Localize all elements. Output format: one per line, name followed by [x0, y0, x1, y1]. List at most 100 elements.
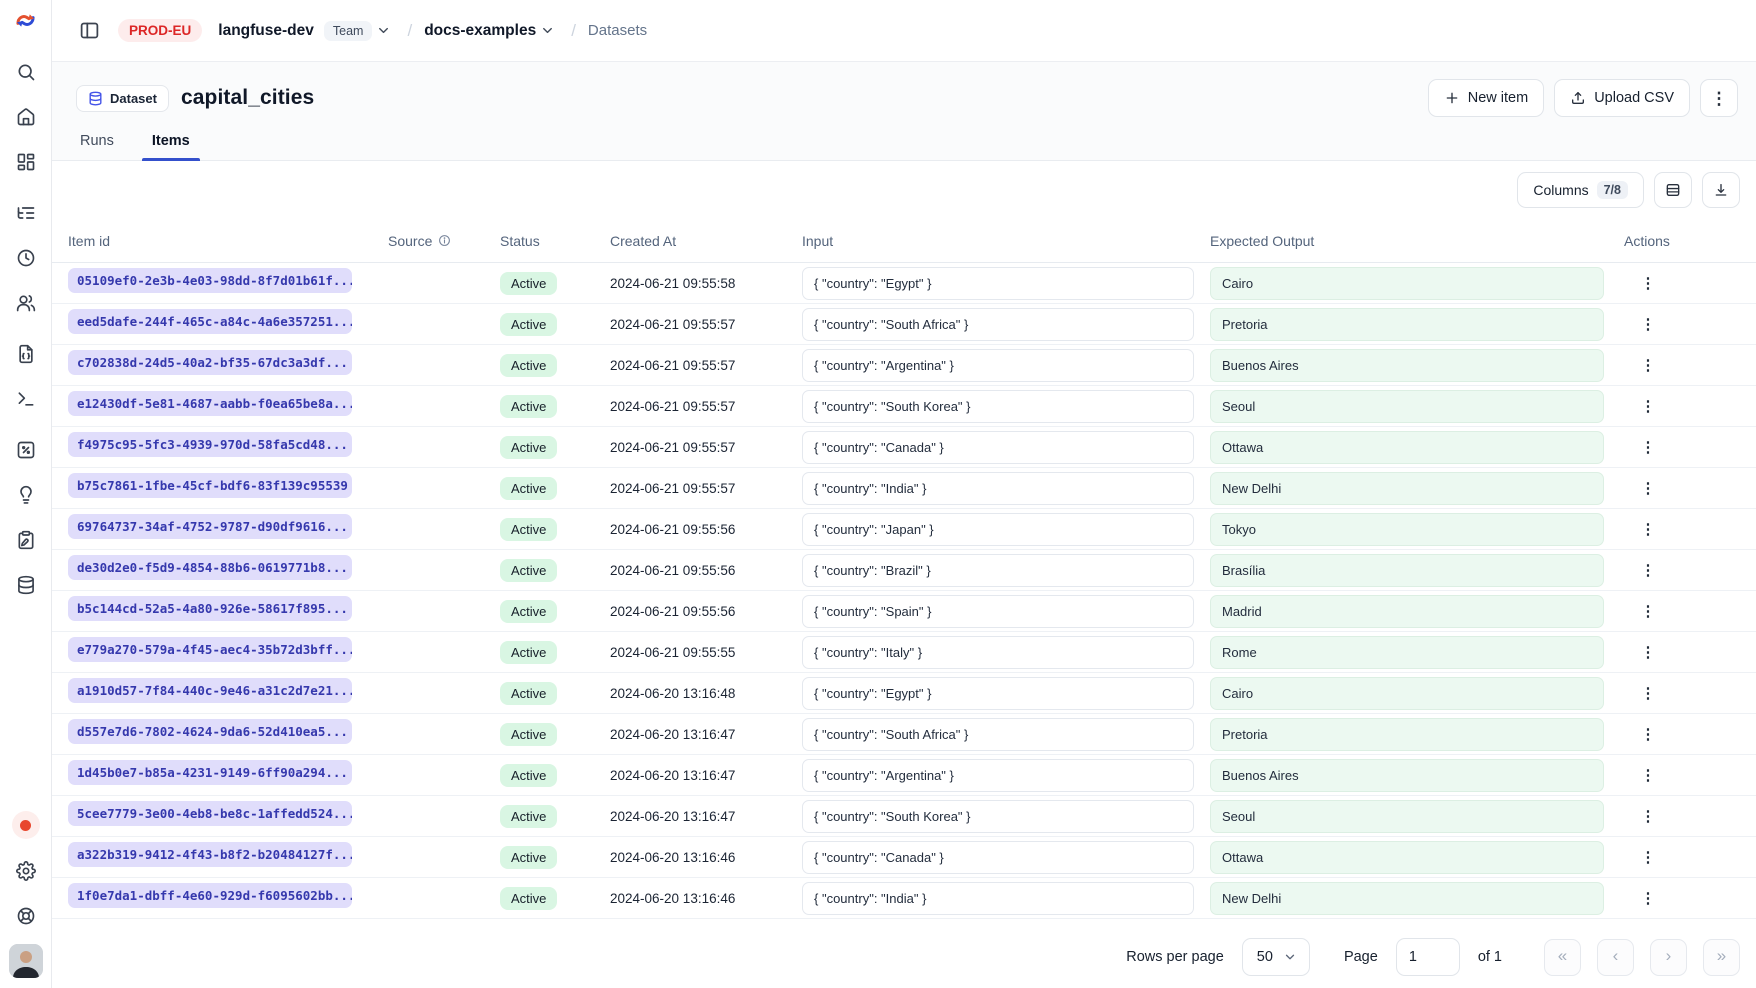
item-id-link[interactable]: 05109ef0-2e3b-4e03-98dd-8f7d01b61f... [68, 268, 352, 293]
home-icon[interactable] [8, 99, 44, 135]
expected-output-cell[interactable]: Pretoria [1210, 308, 1604, 341]
upload-csv-button[interactable]: Upload CSV [1554, 79, 1690, 117]
langfuse-logo-icon[interactable] [13, 8, 39, 32]
annotation-clipboard-icon[interactable] [8, 522, 44, 558]
datasets-database-icon[interactable] [8, 567, 44, 603]
row-actions-kebab-icon[interactable]: ⋮ [1634, 556, 1662, 584]
project-chevron-down-icon[interactable] [540, 23, 555, 38]
expected-output-cell[interactable]: Ottawa [1210, 841, 1604, 874]
input-cell[interactable]: { "country": "Argentina" } [802, 759, 1194, 792]
input-cell[interactable]: { "country": "Italy" } [802, 636, 1194, 669]
input-cell[interactable]: { "country": "Spain" } [802, 595, 1194, 628]
input-cell[interactable]: { "country": "India" } [802, 882, 1194, 915]
expected-output-cell[interactable]: Rome [1210, 636, 1604, 669]
row-actions-kebab-icon[interactable]: ⋮ [1634, 597, 1662, 625]
evaluation-lightbulb-icon[interactable] [8, 477, 44, 513]
search-icon[interactable] [8, 54, 44, 90]
item-id-link[interactable]: d557e7d6-7802-4624-9da6-52d410ea5... [68, 719, 352, 744]
expected-output-cell[interactable]: New Delhi [1210, 882, 1604, 915]
row-actions-kebab-icon[interactable]: ⋮ [1634, 269, 1662, 297]
info-icon[interactable] [438, 234, 451, 247]
new-item-button[interactable]: New item [1428, 79, 1544, 117]
input-cell[interactable]: { "country": "Brazil" } [802, 554, 1194, 587]
input-cell[interactable]: { "country": "Canada" } [802, 841, 1194, 874]
users-icon[interactable] [8, 285, 44, 321]
export-button[interactable] [1702, 172, 1740, 208]
playground-terminal-icon[interactable] [8, 381, 44, 417]
row-actions-kebab-icon[interactable]: ⋮ [1634, 761, 1662, 789]
item-id-link[interactable]: c702838d-24d5-40a2-bf35-67dc3a3df... [68, 350, 352, 375]
settings-gear-icon[interactable] [8, 853, 44, 889]
item-id-link[interactable]: a322b319-9412-4f43-b8f2-b20484127f... [68, 842, 352, 867]
scores-percent-icon[interactable] [8, 432, 44, 468]
expected-output-cell[interactable]: Seoul [1210, 800, 1604, 833]
next-page-button[interactable]: › [1650, 939, 1687, 976]
row-actions-kebab-icon[interactable]: ⋮ [1634, 679, 1662, 707]
expected-output-cell[interactable]: Tokyo [1210, 513, 1604, 546]
row-actions-kebab-icon[interactable]: ⋮ [1634, 351, 1662, 379]
first-page-button[interactable]: « [1544, 939, 1581, 976]
tab-items[interactable]: Items [148, 133, 194, 160]
expected-output-cell[interactable]: Buenos Aires [1210, 349, 1604, 382]
tracing-icon[interactable] [8, 195, 44, 231]
dashboards-icon[interactable] [8, 144, 44, 180]
row-actions-kebab-icon[interactable]: ⋮ [1634, 638, 1662, 666]
input-cell[interactable]: { "country": "India" } [802, 472, 1194, 505]
sidebar-toggle-icon[interactable] [74, 16, 104, 46]
expected-output-cell[interactable]: Seoul [1210, 390, 1604, 423]
row-actions-kebab-icon[interactable]: ⋮ [1634, 310, 1662, 338]
item-id-link[interactable]: f4975c95-5fc3-4939-970d-58fa5cd48... [68, 432, 352, 457]
row-actions-kebab-icon[interactable]: ⋮ [1634, 515, 1662, 543]
row-actions-kebab-icon[interactable]: ⋮ [1634, 884, 1662, 912]
expected-output-cell[interactable]: New Delhi [1210, 472, 1604, 505]
org-name[interactable]: langfuse-dev [218, 22, 314, 40]
row-actions-kebab-icon[interactable]: ⋮ [1634, 433, 1662, 461]
row-actions-kebab-icon[interactable]: ⋮ [1634, 474, 1662, 502]
tab-runs[interactable]: Runs [76, 133, 118, 160]
item-id-link[interactable]: b75c7861-1fbe-45cf-bdf6-83f139c95539 [68, 473, 352, 498]
row-height-button[interactable] [1654, 172, 1692, 208]
sessions-clock-icon[interactable] [8, 240, 44, 276]
row-actions-kebab-icon[interactable]: ⋮ [1634, 720, 1662, 748]
row-actions-kebab-icon[interactable]: ⋮ [1634, 802, 1662, 830]
expected-output-cell[interactable]: Madrid [1210, 595, 1604, 628]
expected-output-cell[interactable]: Ottawa [1210, 431, 1604, 464]
recording-indicator[interactable] [12, 811, 40, 839]
prev-page-button[interactable]: ‹ [1597, 939, 1634, 976]
item-id-link[interactable]: 69764737-34af-4752-9787-d90df9616... [68, 514, 352, 539]
item-id-link[interactable]: de30d2e0-f5d9-4854-88b6-0619771b8... [68, 555, 352, 580]
expected-output-cell[interactable]: Pretoria [1210, 718, 1604, 751]
item-id-link[interactable]: 1d45b0e7-b85a-4231-9149-6ff90a294... [68, 760, 352, 785]
input-cell[interactable]: { "country": "Egypt" } [802, 267, 1194, 300]
item-id-link[interactable]: eed5dafe-244f-465c-a84c-4a6e357251... [68, 309, 352, 334]
input-cell[interactable]: { "country": "Japan" } [802, 513, 1194, 546]
input-cell[interactable]: { "country": "Argentina" } [802, 349, 1194, 382]
row-actions-kebab-icon[interactable]: ⋮ [1634, 392, 1662, 420]
row-actions-kebab-icon[interactable]: ⋮ [1634, 843, 1662, 871]
item-id-link[interactable]: a1910d57-7f84-440c-9e46-a31c2d7e21... [68, 678, 352, 703]
input-cell[interactable]: { "country": "Egypt" } [802, 677, 1194, 710]
support-lifebuoy-icon[interactable] [8, 898, 44, 934]
item-id-link[interactable]: e779a270-579a-4f45-aec4-35b72d3bff... [68, 637, 352, 662]
expected-output-cell[interactable]: Cairo [1210, 267, 1604, 300]
item-id-link[interactable]: b5c144cd-52a5-4a80-926e-58617f895... [68, 596, 352, 621]
expected-output-cell[interactable]: Buenos Aires [1210, 759, 1604, 792]
input-cell[interactable]: { "country": "Canada" } [802, 431, 1194, 464]
last-page-button[interactable]: » [1703, 939, 1740, 976]
columns-button[interactable]: Columns 7/8 [1517, 172, 1644, 208]
project-name[interactable]: docs-examples [424, 22, 536, 40]
page-more-actions-button[interactable]: ⋮ [1700, 79, 1738, 117]
input-cell[interactable]: { "country": "South Korea" } [802, 800, 1194, 833]
page-size-select[interactable]: 50 [1242, 938, 1310, 976]
breadcrumb-page[interactable]: Datasets [588, 22, 647, 39]
expected-output-cell[interactable]: Brasília [1210, 554, 1604, 587]
org-chevron-down-icon[interactable] [376, 23, 391, 38]
user-avatar[interactable] [9, 944, 43, 978]
prompts-file-icon[interactable] [8, 336, 44, 372]
item-id-link[interactable]: e12430df-5e81-4687-aabb-f0ea65be8a... [68, 391, 352, 416]
page-number-input[interactable] [1396, 938, 1460, 976]
input-cell[interactable]: { "country": "South Africa" } [802, 308, 1194, 341]
item-id-link[interactable]: 5cee7779-3e00-4eb8-be8c-1affedd524... [68, 801, 352, 826]
input-cell[interactable]: { "country": "South Korea" } [802, 390, 1194, 423]
item-id-link[interactable]: 1f0e7da1-dbff-4e60-929d-f6095602bb... [68, 883, 352, 908]
